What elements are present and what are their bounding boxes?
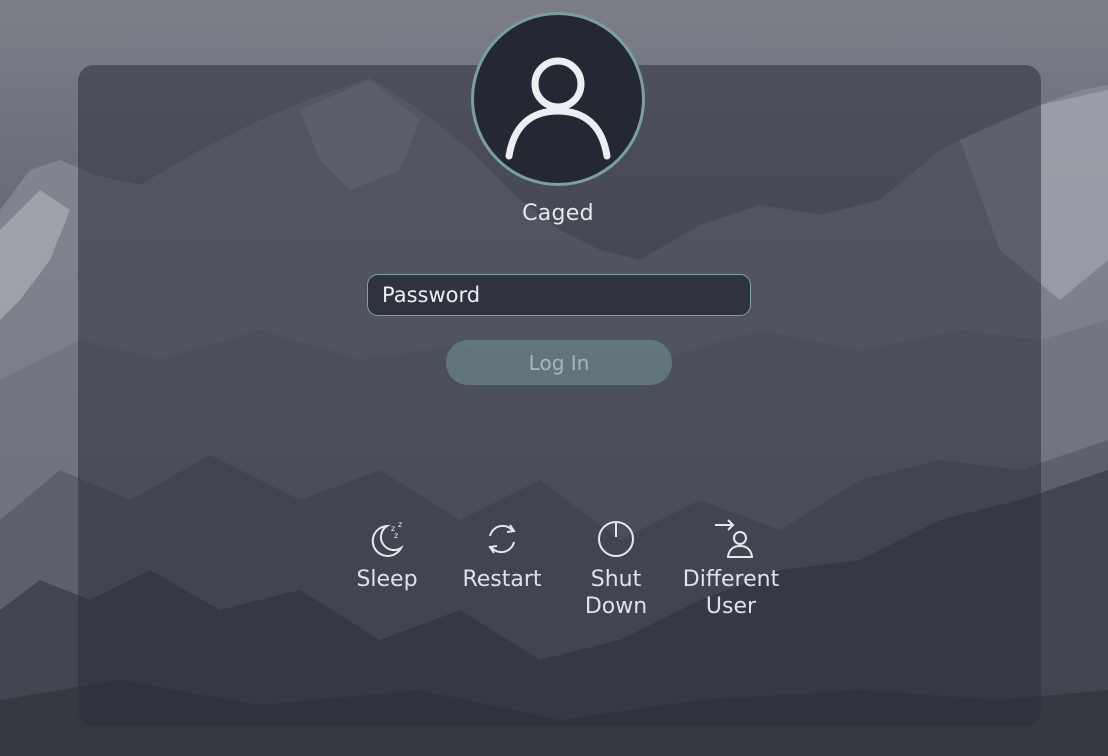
svg-text:z: z: [398, 520, 402, 529]
shut-down-button[interactable]: Shut Down: [560, 516, 672, 620]
moon-sleep-icon: z z z: [371, 520, 404, 557]
switch-user-icon: [715, 519, 753, 558]
log-in-button[interactable]: Log In: [446, 340, 672, 385]
user-avatar: [471, 12, 645, 186]
sleep-label: Sleep: [356, 567, 418, 592]
different-user-label: Different User: [682, 567, 780, 619]
shut-down-label: Shut Down: [584, 567, 648, 619]
svg-text:z: z: [394, 531, 398, 540]
restart-button[interactable]: Restart: [446, 516, 558, 593]
different-user-button[interactable]: Different User: [675, 516, 787, 620]
password-input[interactable]: [367, 274, 751, 316]
power-icon: [598, 521, 634, 557]
user-silhouette-icon: [505, 57, 611, 160]
restart-arrows-icon: [488, 524, 516, 554]
restart-label: Restart: [462, 567, 542, 592]
user-name-label: Caged: [522, 201, 594, 226]
sleep-button[interactable]: z z z Sleep: [331, 516, 443, 593]
